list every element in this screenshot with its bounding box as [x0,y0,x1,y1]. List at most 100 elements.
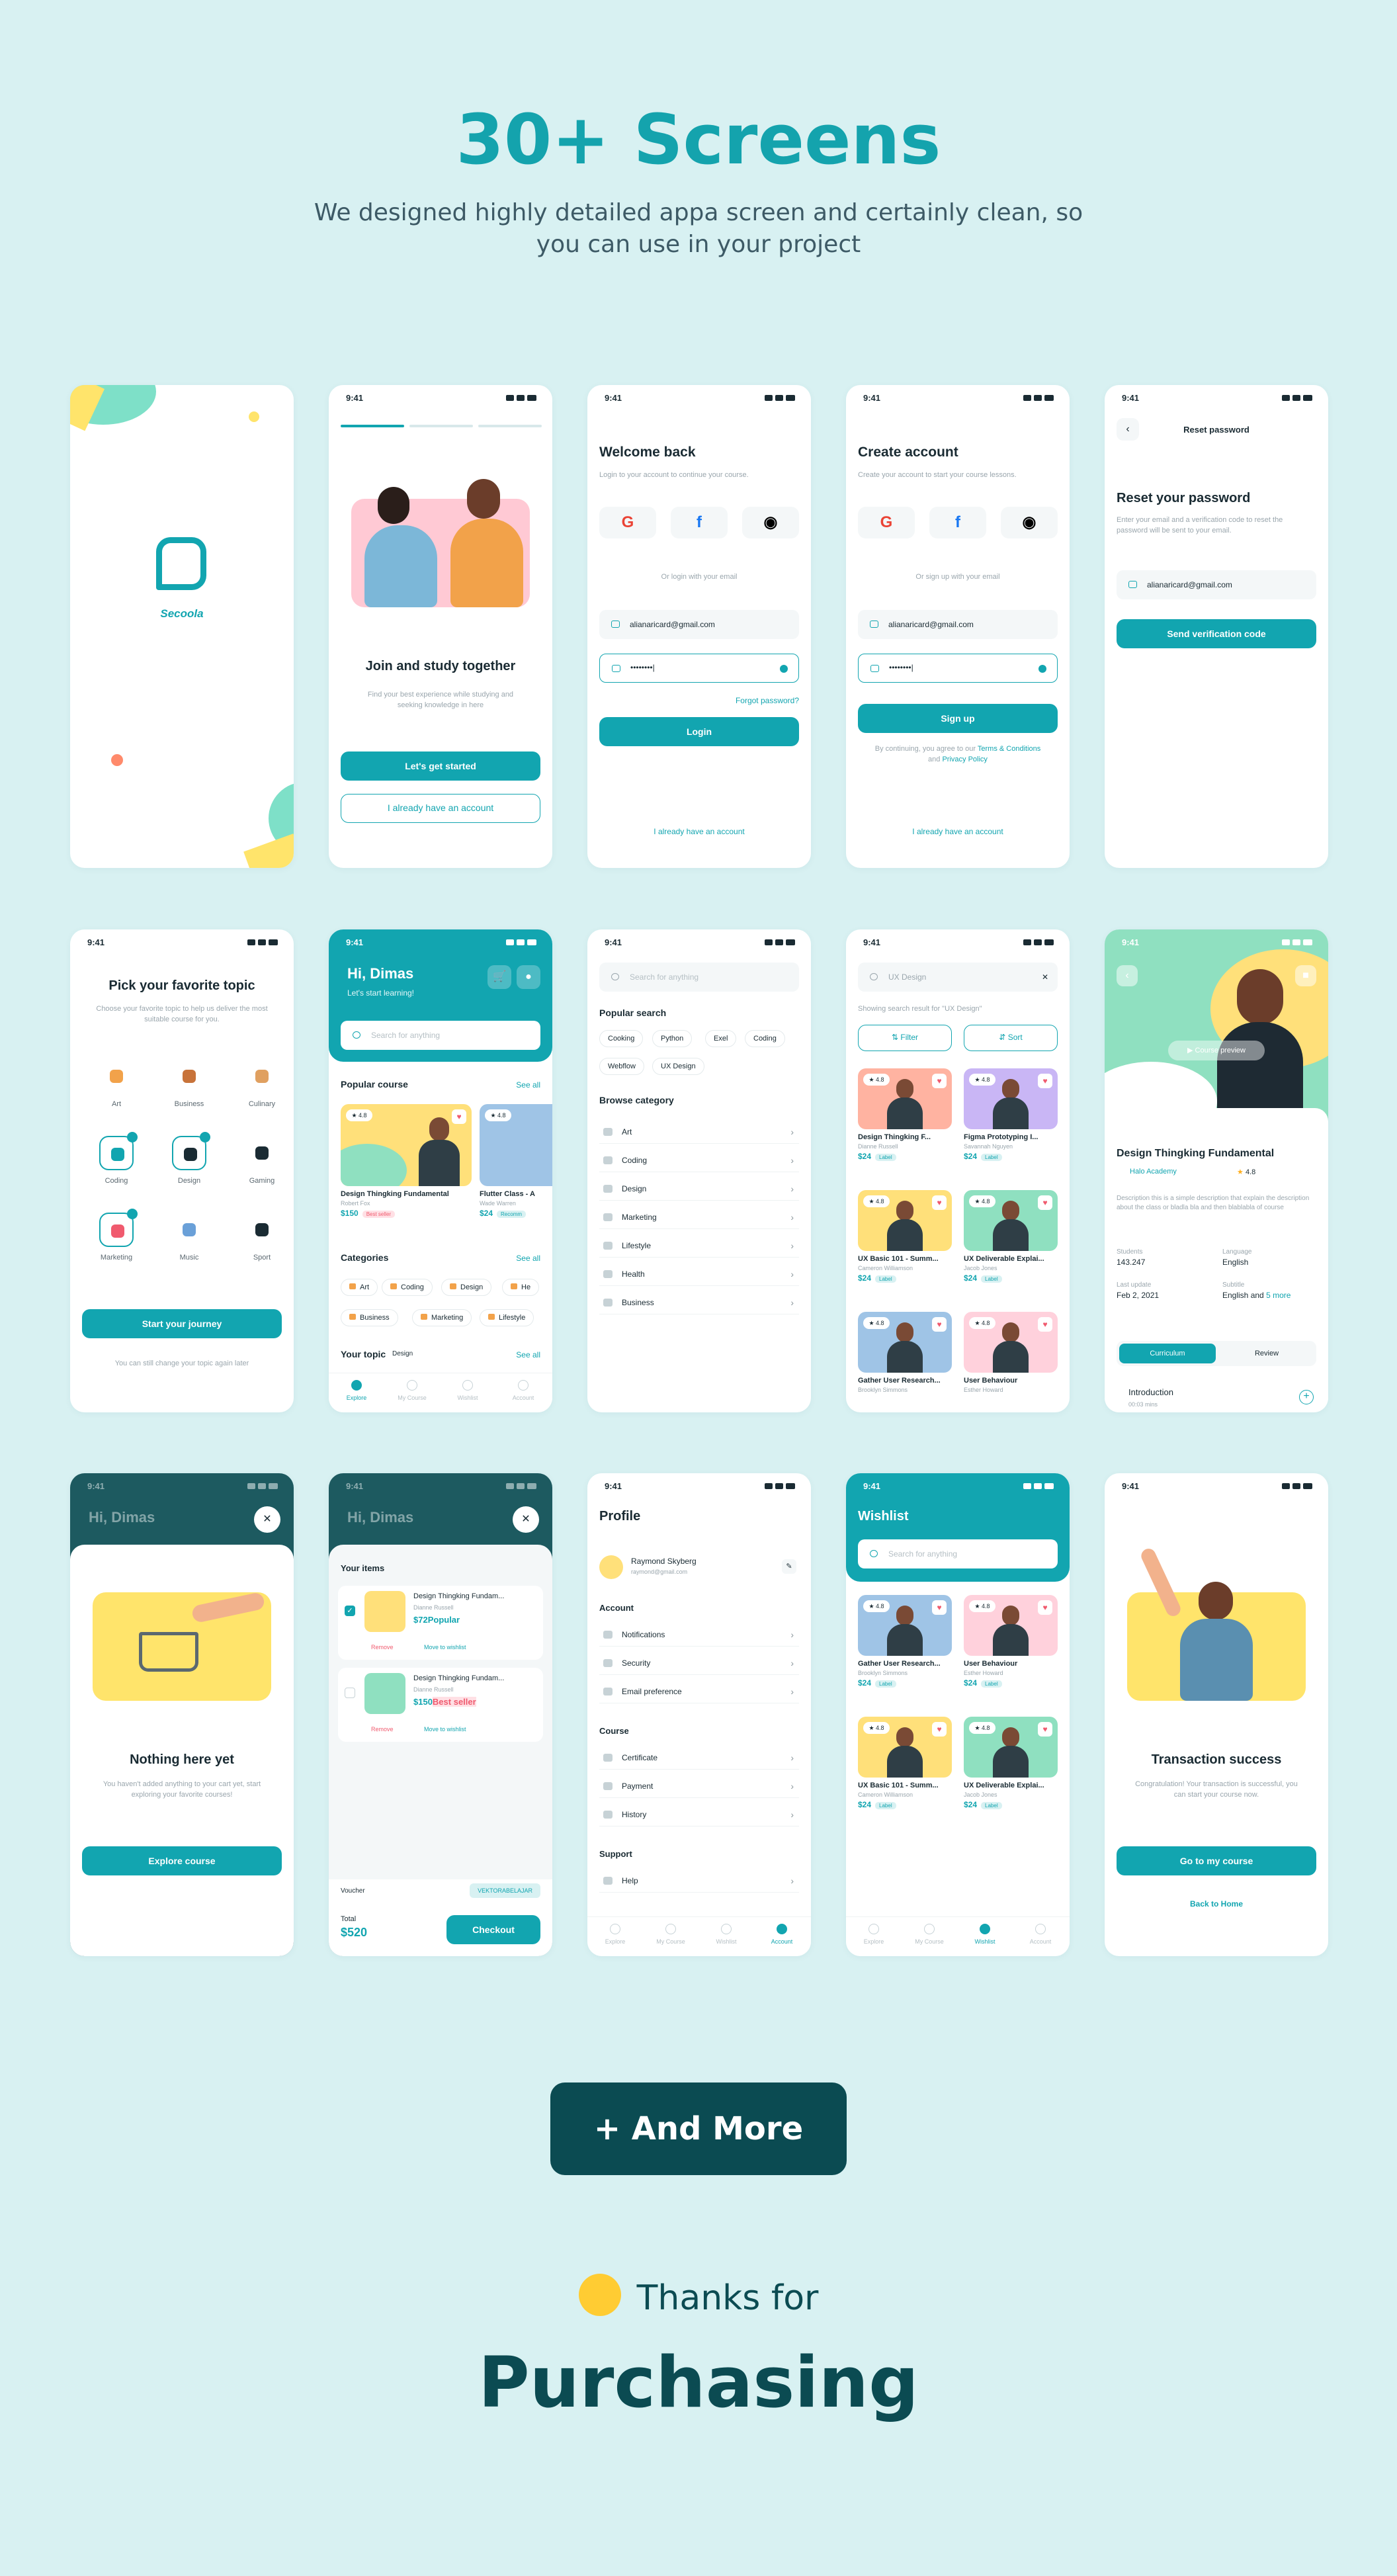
heart-icon[interactable]: ♥ [452,1109,466,1124]
tab-my-course[interactable]: My Course [902,1924,957,1945]
category-chip[interactable]: Business [341,1309,398,1326]
topic-art[interactable] [99,1059,134,1094]
close-icon[interactable]: ✕ [513,1506,539,1533]
search-input[interactable]: Search for anything [858,1539,1058,1568]
move-wishlist-link[interactable]: Move to wishlist [424,1726,466,1733]
course-card[interactable]: ★ 4.8 ♥ Gather User Research... Brooklyn Si… [858,1312,952,1393]
go-to-course-button[interactable]: Go to my course [1117,1846,1316,1875]
forgot-password-link[interactable]: Forgot password? [736,696,799,705]
course-card[interactable]: ★ 4.8 ♥ Design Thingking F... Dianne Russel… [858,1068,952,1161]
signup-button[interactable]: Sign up [858,704,1058,733]
and-more-button[interactable]: + And More [550,2082,847,2175]
topic-gaming[interactable] [245,1136,279,1170]
move-wishlist-link[interactable]: Move to wishlist [424,1644,466,1651]
topic-sport[interactable] [245,1213,279,1247]
heart-icon[interactable]: ♥ [932,1600,947,1615]
tab-account[interactable]: Account [1013,1924,1068,1945]
course-card[interactable]: ★ 4.8 ♥ Figma Prototyping I... Savannah Ngu… [964,1068,1058,1161]
back-icon[interactable]: ‹ [1117,965,1138,986]
tab-explore[interactable]: Explore [587,1924,643,1945]
category-chip[interactable]: Marketing [412,1309,472,1326]
filter-button[interactable]: ⇅ Filter [858,1025,952,1051]
edit-icon[interactable]: ✎ [782,1559,796,1574]
tab-my-course[interactable]: My Course [643,1924,698,1945]
tab-account[interactable]: Account [754,1924,810,1945]
tab-wishlist[interactable]: Wishlist [698,1924,754,1945]
email-field[interactable]: alianaricard@gmail.com [1117,570,1316,599]
search-chip[interactable]: UX Design [652,1058,704,1075]
close-icon[interactable]: ✕ [254,1506,280,1533]
see-all-categories[interactable]: See all [516,1254,540,1263]
heart-icon[interactable]: ♥ [1038,1317,1052,1332]
more-languages-link[interactable]: 5 more [1266,1291,1291,1300]
course-card[interactable]: ★ 4.8 ♥ UX Deliverable Explai... Jacob Jone… [964,1717,1058,1809]
list-row[interactable]: Art › [599,1120,799,1144]
search-input[interactable]: Search for anything [341,1021,540,1050]
course-card[interactable]: ★ 4.8 ♥ User Behaviour Esther Howard [964,1312,1058,1393]
tab-account[interactable]: Account [495,1380,551,1401]
voucher-code[interactable]: VEKTORABELAJAR [470,1883,540,1898]
course-card[interactable]: ★ 4.8 ♥ Design Thingking Fundamental Robe… [341,1104,472,1218]
list-row[interactable]: Payment › [599,1774,799,1798]
google-button[interactable]: G [599,507,656,538]
have-account-button[interactable]: I already have an account [341,794,540,823]
start-journey-button[interactable]: Start your journey [82,1309,282,1338]
search-chip[interactable]: Python [652,1030,693,1047]
explore-course-button[interactable]: Explore course [82,1846,282,1875]
academy-link[interactable]: Halo Academy [1130,1168,1177,1176]
tab-review[interactable]: Review [1218,1344,1315,1363]
see-all-topic[interactable]: See all [516,1350,540,1359]
sort-button[interactable]: ⇵ Sort [964,1025,1058,1051]
topic-music[interactable] [172,1213,206,1247]
tab-my-course[interactable]: My Course [384,1380,440,1401]
heart-icon[interactable]: ♥ [932,1722,947,1737]
heart-icon[interactable]: ♥ [932,1074,947,1088]
topic-culinary[interactable] [245,1059,279,1094]
tab-wishlist[interactable]: Wishlist [440,1380,495,1401]
category-chip[interactable]: Art [341,1279,378,1296]
course-card[interactable]: ★ 4.8 ♥ UX Basic 101 - Summ... Cameron Will… [858,1717,952,1809]
search-chip[interactable]: Cooking [599,1030,644,1047]
email-field[interactable]: alianaricard@gmail.com [599,610,799,639]
checkbox-unchecked[interactable] [345,1688,355,1698]
add-section-icon[interactable]: + [1299,1390,1314,1404]
list-row[interactable]: Health › [599,1262,799,1286]
search-chip[interactable]: Exel [705,1030,737,1047]
password-field[interactable]: ••••••••| [858,654,1058,683]
topic-business[interactable] [172,1059,206,1094]
facebook-button[interactable]: f [671,507,728,538]
list-row[interactable]: Design › [599,1177,799,1201]
terms-link[interactable]: Terms & Conditions [978,745,1040,753]
remove-link[interactable]: Remove [371,1644,394,1651]
search-chip[interactable]: Webflow [599,1058,644,1075]
tab-explore[interactable]: Explore [846,1924,902,1945]
password-field[interactable]: ••••••••| [599,654,799,683]
apple-button[interactable]: ◉ [742,507,799,538]
list-row[interactable]: Help › [599,1869,799,1893]
course-card[interactable]: ★ 4.8 Flutter Class - A Wade Warren $24 R… [480,1104,552,1218]
cart-item[interactable]: ✓ Design Thingking Fundam... Dianne Russ… [338,1586,543,1660]
search-chip[interactable]: Coding [745,1030,785,1047]
course-card[interactable]: ★ 4.8 ♥ UX Deliverable Explai... Jacob Jone… [964,1190,1058,1283]
list-row[interactable]: Certificate › [599,1746,799,1770]
heart-icon[interactable]: ♥ [1038,1722,1052,1737]
checkout-button[interactable]: Checkout [446,1915,540,1944]
preview-button[interactable]: ▶ Course preview [1168,1041,1265,1060]
have-account-link[interactable]: I already have an account [846,827,1070,836]
cart-item[interactable]: Design Thingking Fundam... Dianne Russel… [338,1668,543,1742]
remove-link[interactable]: Remove [371,1726,394,1733]
list-row[interactable]: Security › [599,1651,799,1675]
back-home-link[interactable]: Back to Home [1105,1899,1328,1909]
heart-icon[interactable]: ♥ [1038,1600,1052,1615]
eye-icon[interactable] [1038,665,1046,673]
heart-icon[interactable]: ♥ [932,1195,947,1210]
heart-icon[interactable]: ♥ [1038,1195,1052,1210]
have-account-link[interactable]: I already have an account [587,827,811,836]
privacy-link[interactable]: Privacy Policy [942,755,987,763]
search-input[interactable]: Search for anything [599,963,799,992]
list-row[interactable]: Email preference › [599,1680,799,1703]
send-code-button[interactable]: Send verification code [1117,619,1316,648]
close-icon[interactable]: ✕ [1042,963,1048,992]
tab-wishlist[interactable]: Wishlist [957,1924,1013,1945]
list-row[interactable]: Business › [599,1291,799,1314]
